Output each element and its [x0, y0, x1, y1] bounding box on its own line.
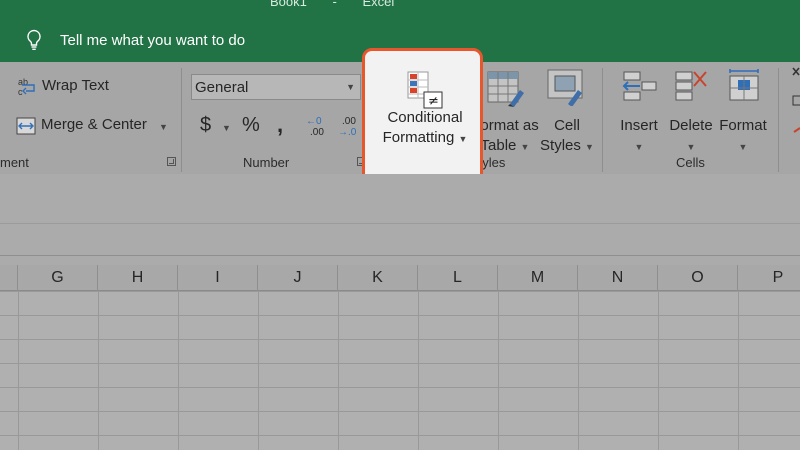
grid-line — [18, 291, 19, 450]
grid-line — [578, 291, 579, 450]
format-button[interactable]: Format ▼ — [716, 68, 770, 156]
worksheet-grid[interactable] — [0, 291, 800, 450]
comma-style-button[interactable]: , — [274, 112, 288, 140]
delete-button[interactable]: Delete ▼ — [666, 68, 716, 156]
window-title: Book1 - Excel — [270, 0, 394, 9]
wrap-text-icon: ab c — [18, 77, 35, 97]
cell-styles-label: Cell Styles ▼ — [538, 116, 596, 157]
format-as-table-icon — [487, 71, 524, 107]
conditional-formatting-line2: Formatting — [382, 129, 455, 146]
decrease-decimal-sub: →.0 — [338, 127, 357, 138]
column-header-i[interactable]: I — [178, 265, 258, 291]
number-format-dropdown[interactable]: General ▼ — [191, 74, 361, 100]
cell-styles-line1: Cell — [554, 117, 580, 134]
conditional-formatting-line1: Conditional — [387, 109, 463, 126]
tell-me-box[interactable]: Tell me what you want to do — [26, 28, 245, 52]
column-header-g[interactable]: G — [18, 265, 98, 291]
svg-text:≠: ≠ — [428, 94, 439, 109]
format-as-table-line2: Table — [480, 137, 517, 154]
chevron-down-icon: ▼ — [634, 142, 644, 152]
group-divider — [602, 68, 603, 172]
lightbulb-icon — [27, 29, 41, 50]
merge-center-button[interactable]: Merge & Center ▼ — [16, 113, 176, 139]
number-group-label: Number — [243, 155, 290, 170]
insert-cells-icon — [622, 71, 657, 101]
cell-styles-button[interactable]: Cell Styles ▼ — [538, 68, 596, 156]
autosum-icon[interactable] — [790, 66, 800, 146]
merge-center-label: Merge & Center — [41, 116, 147, 133]
svg-text:c: c — [18, 87, 23, 97]
column-header-j[interactable]: J — [258, 265, 338, 291]
column-header-p[interactable]: P — [738, 265, 800, 291]
decrease-decimal-button[interactable]: .00 →.0 — [338, 114, 362, 140]
grid-line — [498, 291, 499, 450]
insert-button[interactable]: Insert ▼ — [614, 68, 664, 156]
cell-styles-icon — [547, 69, 583, 106]
chevron-down-icon: ▼ — [346, 82, 355, 92]
column-header-m[interactable]: M — [498, 265, 578, 291]
comma-icon: , — [277, 112, 284, 137]
chevron-down-icon: ▼ — [222, 123, 231, 133]
cells-group-label: Cells — [676, 155, 705, 170]
percent-icon: % — [242, 114, 260, 136]
alignment-dialog-launcher-icon[interactable] — [167, 157, 176, 166]
chevron-down-icon: ▼ — [738, 142, 748, 152]
column-header-partial[interactable] — [0, 265, 18, 291]
delete-text: Delete — [669, 117, 713, 134]
column-header-h[interactable]: H — [98, 265, 178, 291]
chevron-down-icon: ▼ — [686, 142, 696, 152]
chevron-down-icon: ▼ — [520, 142, 530, 152]
app-name: Excel — [362, 0, 395, 9]
chevron-down-icon: ▼ — [458, 134, 468, 144]
insert-label: Insert ▼ — [614, 116, 664, 157]
increase-decimal-icon: ←0 — [306, 116, 322, 127]
wrap-text-label: Wrap Text — [42, 77, 109, 94]
number-format-value: General — [195, 79, 249, 96]
name-box-row — [0, 226, 800, 256]
column-header-n[interactable]: N — [578, 265, 658, 291]
accounting-format-button[interactable]: $ ▼ — [198, 114, 234, 140]
formula-bar-area — [0, 174, 800, 224]
format-text: Format — [719, 117, 767, 134]
chevron-down-icon[interactable]: ▼ — [159, 122, 168, 132]
conditional-formatting-label: Conditional Formatting ▼ — [378, 108, 472, 149]
format-label: Format ▼ — [716, 116, 770, 157]
wrap-text-button[interactable]: ab c Wrap Text — [16, 74, 156, 100]
insert-text: Insert — [620, 117, 658, 134]
grid-line — [98, 291, 99, 450]
column-header-l[interactable]: L — [418, 265, 498, 291]
conditional-formatting-button[interactable]: ≠ Conditional Formatting ▼ — [378, 66, 472, 156]
grid-line — [738, 291, 739, 450]
currency-icon: $ — [200, 114, 212, 136]
delete-label: Delete ▼ — [666, 116, 716, 157]
increase-decimal-button[interactable]: ←0 .00 — [306, 114, 330, 140]
workbook-name: Book1 — [270, 0, 307, 9]
column-header-o[interactable]: O — [658, 265, 738, 291]
delete-cells-icon — [675, 71, 707, 101]
group-divider — [181, 68, 182, 172]
cell-styles-line2: Styles — [540, 137, 581, 154]
column-header-k[interactable]: K — [338, 265, 418, 291]
conditional-formatting-icon: ≠ — [407, 71, 443, 109]
column-headers: G H I J K L M N O P — [0, 265, 800, 291]
percent-style-button[interactable]: % — [240, 114, 262, 140]
format-cells-icon — [729, 69, 759, 101]
merge-center-icon — [16, 117, 36, 135]
grid-line — [338, 291, 339, 450]
group-divider — [778, 68, 779, 172]
alignment-group-label: ment — [0, 155, 29, 170]
tell-me-text: Tell me what you want to do — [60, 31, 246, 49]
grid-line — [178, 291, 179, 450]
chevron-down-icon: ▼ — [585, 142, 594, 152]
grid-line — [418, 291, 419, 450]
grid-line — [258, 291, 259, 450]
increase-decimal-sub: .00 — [310, 127, 324, 138]
grid-line — [658, 291, 659, 450]
decrease-decimal-icon: .00 — [342, 116, 356, 127]
